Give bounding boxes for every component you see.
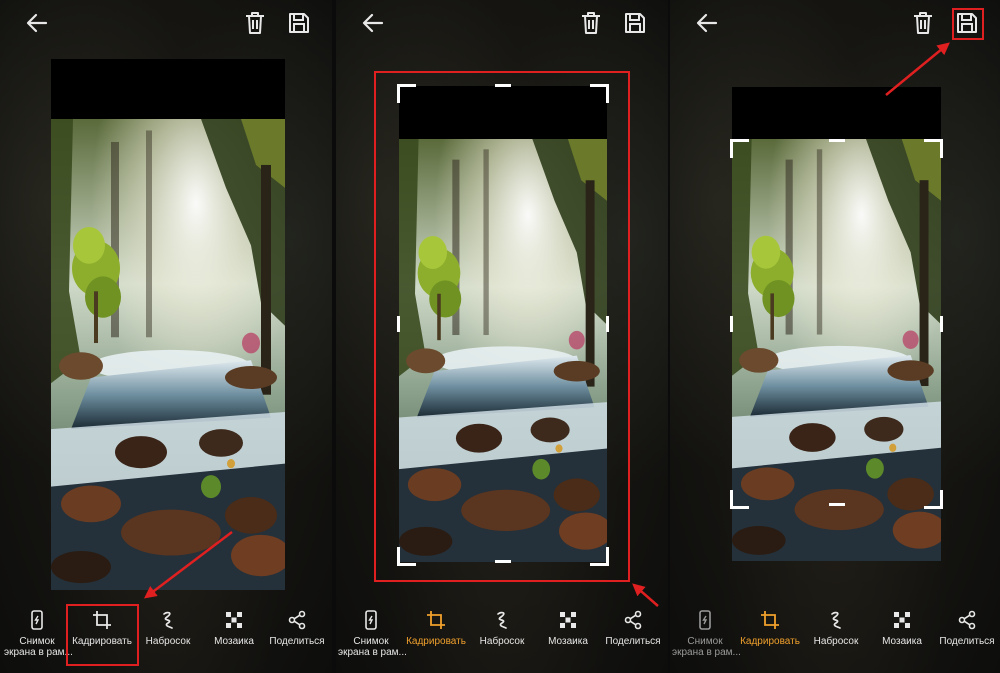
crop-handle-bottom-right[interactable] [924, 490, 943, 509]
tool-label: Кадрировать [406, 636, 466, 647]
tool-sketch-button[interactable]: Набросок [469, 600, 535, 647]
crop-handle-bottom[interactable] [829, 503, 845, 506]
scribble-icon [158, 610, 178, 630]
highlight-crop-tool [66, 604, 139, 666]
tool-crop-button[interactable]: Кадрировать [737, 600, 803, 647]
back-arrow-icon[interactable] [24, 10, 50, 36]
trash-icon[interactable] [579, 10, 603, 36]
bottom-toolbar: Снимок экрана в рам... Кадрировать Набро… [0, 600, 332, 673]
tool-label-line2: экрана в рам... [338, 647, 407, 658]
tool-label: Поделиться [939, 636, 995, 647]
phone-screenshot-icon [27, 610, 47, 630]
top-bar [670, 0, 1000, 46]
photo-canvas[interactable] [51, 59, 285, 590]
mosaic-icon [558, 610, 578, 630]
tool-label: Набросок [479, 636, 525, 647]
tool-sketch-button[interactable]: Набросок [803, 600, 869, 647]
tool-label: Набросок [145, 636, 191, 647]
photo-canvas[interactable] [732, 87, 941, 561]
tool-label: Мозаика [214, 636, 254, 647]
highlight-save-button [952, 8, 984, 40]
crop-icon [760, 610, 780, 630]
tool-label: Поделиться [605, 636, 661, 647]
waterfall-photo [732, 139, 941, 561]
tool-label: Кадрировать [740, 636, 800, 647]
share-icon [623, 610, 643, 630]
tool-label: Мозаика [882, 636, 922, 647]
bottom-toolbar: Снимок экрана в рам... Кадрировать Набро… [670, 600, 1000, 673]
share-icon [957, 610, 977, 630]
floppy-disk-icon[interactable] [622, 10, 648, 36]
tool-label-line2: экрана в рам... [672, 647, 741, 658]
floppy-disk-icon[interactable] [286, 10, 312, 36]
tool-crop-button[interactable]: Кадрировать [403, 600, 469, 647]
back-arrow-icon[interactable] [360, 10, 386, 36]
editor-panel-step-1: Снимок экрана в рам... Кадрировать Набро… [0, 0, 332, 673]
editor-panel-step-3: Снимок экрана в рам... Кадрировать Набро… [670, 0, 1000, 673]
bottom-toolbar: Снимок экрана в рам... Кадрировать Набро… [336, 600, 668, 673]
trash-icon[interactable] [911, 10, 935, 36]
tool-sketch-button[interactable]: Набросок [135, 600, 201, 647]
tool-screenshot-button[interactable]: Снимок экрана в рам... [672, 600, 741, 658]
mosaic-icon [892, 610, 912, 630]
tool-screenshot-button[interactable]: Снимок экрана в рам... [338, 600, 407, 658]
waterfall-photo [51, 119, 285, 590]
crop-handle-right[interactable] [940, 316, 943, 332]
phone-screenshot-icon [361, 610, 381, 630]
crop-handle-top-right[interactable] [924, 139, 943, 158]
tool-share-button[interactable]: Поделиться [264, 600, 330, 647]
trash-icon[interactable] [243, 10, 267, 36]
tool-share-button[interactable]: Поделиться [934, 600, 1000, 647]
top-bar [0, 0, 332, 46]
tool-mosaic-button[interactable]: Мозаика [201, 600, 267, 647]
share-icon [287, 610, 307, 630]
mosaic-icon [224, 610, 244, 630]
back-arrow-icon[interactable] [694, 10, 720, 36]
tool-label: Мозаика [548, 636, 588, 647]
tool-mosaic-button[interactable]: Мозаика [869, 600, 935, 647]
tool-label: Набросок [813, 636, 859, 647]
tool-label: Поделиться [269, 636, 325, 647]
tool-screenshot-button[interactable]: Снимок экрана в рам... [4, 600, 73, 658]
crop-handle-top[interactable] [829, 139, 845, 142]
tool-label-line2: экрана в рам... [4, 647, 73, 658]
tool-label: Снимок [19, 636, 55, 647]
crop-icon [426, 610, 446, 630]
top-bar [336, 0, 668, 46]
tool-label: Снимок [687, 636, 723, 647]
crop-handle-left[interactable] [730, 316, 733, 332]
scribble-icon [826, 610, 846, 630]
scribble-icon [492, 610, 512, 630]
tool-share-button[interactable]: Поделиться [600, 600, 666, 647]
phone-screenshot-icon [695, 610, 715, 630]
highlight-crop-area [374, 71, 630, 582]
tool-mosaic-button[interactable]: Мозаика [535, 600, 601, 647]
tool-label: Снимок [353, 636, 389, 647]
crop-handle-top-left[interactable] [730, 139, 749, 158]
crop-handle-bottom-left[interactable] [730, 490, 749, 509]
